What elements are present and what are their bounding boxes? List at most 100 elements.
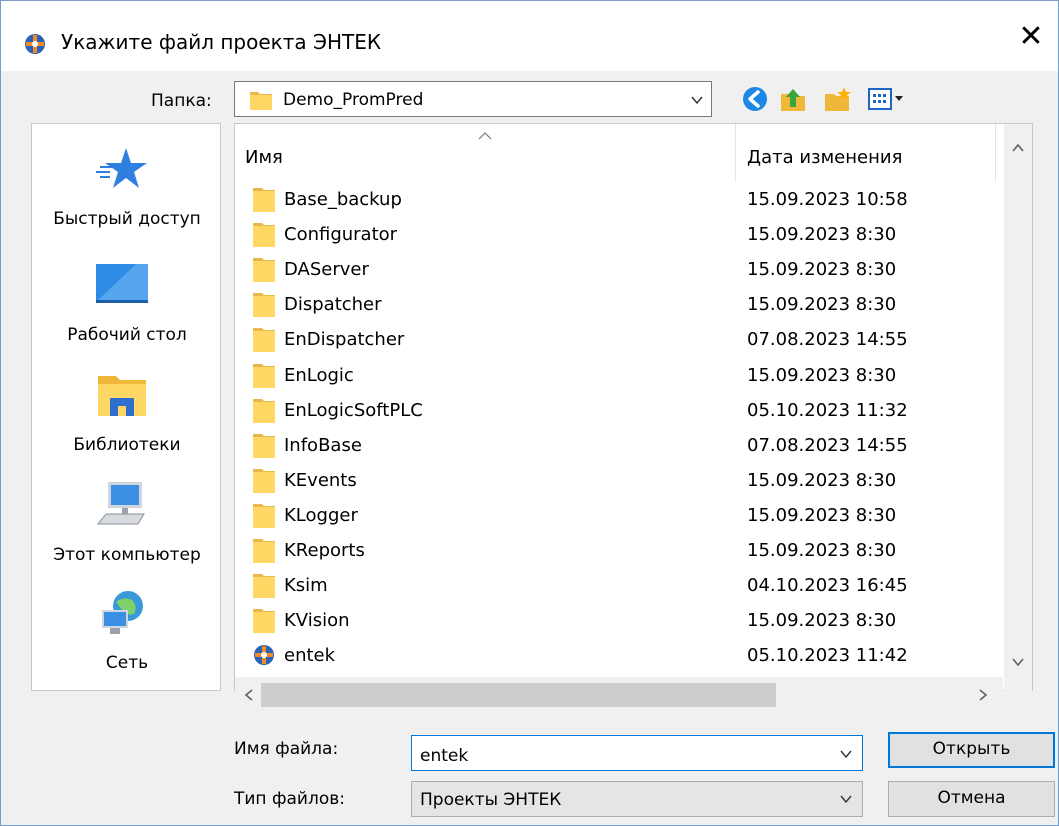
place-label: Библиотеки xyxy=(73,435,181,455)
place-label: Рабочий стол xyxy=(67,325,187,345)
folder-icon xyxy=(252,431,276,459)
file-name: DAServer xyxy=(284,259,369,281)
file-date: 15.09.2023 8:30 xyxy=(747,294,897,316)
new-folder-icon[interactable] xyxy=(823,85,851,113)
file-row[interactable]: EnLogic15.09.2023 8:30Па xyxy=(235,358,1032,393)
network-icon xyxy=(102,591,143,634)
column-header-name[interactable]: Имя xyxy=(245,146,283,170)
vertical-scrollbar[interactable] xyxy=(1004,124,1032,677)
filename-value: entek xyxy=(420,746,469,766)
place-label: Быстрый доступ xyxy=(53,209,201,229)
file-name: KReports xyxy=(284,540,365,561)
file-date: 15.09.2023 8:30 xyxy=(747,610,897,632)
file-row[interactable]: EnLogicSoftPLC05.10.2023 11:32Па xyxy=(235,393,1032,428)
file-name: EnLogicSoftPLC xyxy=(284,399,423,421)
file-date: 15.09.2023 8:30 xyxy=(747,364,897,386)
up-folder-icon[interactable] xyxy=(779,85,807,113)
column-divider xyxy=(995,124,996,182)
file-date: 05.10.2023 11:42 xyxy=(747,645,908,667)
chevron-down-icon xyxy=(691,96,703,105)
scroll-corner xyxy=(1004,677,1032,713)
open-file-dialog: Укажите файл проекта ЭНТЕК ✕ Папка: Demo… xyxy=(0,0,1059,826)
place-this-pc[interactable]: Этот компьютер xyxy=(32,480,222,580)
column-header-date[interactable]: Дата изменения xyxy=(747,146,902,170)
file-name: Dispatcher xyxy=(284,294,382,316)
file-row[interactable]: InfoBase07.08.2023 14:55Па xyxy=(235,428,1032,463)
quick-access-star-icon xyxy=(96,148,147,188)
sort-ascending-icon xyxy=(478,132,492,140)
title-bar: Укажите файл проекта ЭНТЕК ✕ xyxy=(1,1,1058,71)
filetype-value: Проекты ЭНТЕК xyxy=(420,790,562,810)
file-name: KLogger xyxy=(284,504,358,526)
view-menu-icon[interactable] xyxy=(867,85,919,113)
file-name: EnDispatcher xyxy=(284,329,405,351)
folder-icon xyxy=(252,501,276,529)
filename-label: Имя файла: xyxy=(234,739,339,759)
file-row[interactable]: Configurator15.09.2023 8:30Па xyxy=(235,217,1032,252)
file-name: KEvents xyxy=(284,469,357,491)
folder-icon xyxy=(252,571,276,599)
file-name: entek xyxy=(284,645,336,667)
scroll-right-icon[interactable] xyxy=(977,689,989,701)
file-name: EnLogic xyxy=(284,364,354,386)
file-date: 15.09.2023 8:30 xyxy=(747,259,897,281)
this-pc-icon xyxy=(96,482,145,525)
file-date: 05.10.2023 11:32 xyxy=(747,399,908,421)
file-row[interactable]: Base_backup15.09.2023 10:58Па xyxy=(235,182,1032,217)
folder-icon xyxy=(252,220,276,248)
place-network[interactable]: Сеть xyxy=(32,588,222,688)
place-desktop[interactable]: Рабочий стол xyxy=(32,260,222,360)
folder-icon xyxy=(252,396,276,424)
file-row[interactable]: DAServer15.09.2023 8:30Па xyxy=(235,252,1032,287)
filename-input[interactable]: entek xyxy=(411,735,863,771)
horizontal-scroll-thumb[interactable] xyxy=(261,683,776,707)
file-row[interactable]: KEvents15.09.2023 8:30Па xyxy=(235,463,1032,498)
file-date: 15.09.2023 10:58 xyxy=(747,189,908,210)
file-date: 07.08.2023 14:55 xyxy=(747,434,908,456)
place-libraries[interactable]: Библиотеки xyxy=(32,370,222,470)
open-button[interactable]: Открыть xyxy=(888,732,1055,768)
file-row[interactable]: Ksim04.10.2023 16:45Па xyxy=(235,568,1032,603)
column-divider xyxy=(735,124,736,182)
entek-file-icon xyxy=(252,641,276,669)
folder-label: Папка: xyxy=(151,91,212,111)
folder-icon xyxy=(252,255,276,283)
folder-icon xyxy=(250,92,272,110)
place-label: Сеть xyxy=(105,653,149,673)
folder-combo[interactable]: Demo_PromPred xyxy=(234,81,712,117)
back-icon[interactable] xyxy=(741,85,769,113)
folder-icon xyxy=(252,185,276,213)
file-date: 15.09.2023 8:30 xyxy=(747,504,897,526)
file-row[interactable]: KReports15.09.2023 8:30Па xyxy=(235,533,1032,568)
file-name: Ksim xyxy=(284,575,328,597)
chevron-down-icon[interactable] xyxy=(840,748,852,760)
file-list[interactable]: Имя Дата изменения Ти Base_backup15.09.2… xyxy=(234,123,1033,691)
file-row[interactable]: EnDispatcher07.08.2023 14:55Па xyxy=(235,322,1032,357)
file-date: 15.09.2023 8:30 xyxy=(747,224,897,246)
file-date: 15.09.2023 8:30 xyxy=(747,469,897,491)
scroll-down-icon[interactable] xyxy=(1012,656,1024,668)
place-label: Этот компьютер xyxy=(53,545,201,565)
file-row[interactable]: KLogger15.09.2023 8:30Па xyxy=(235,498,1032,533)
file-date: 07.08.2023 14:55 xyxy=(747,329,908,351)
file-row[interactable]: Dispatcher15.09.2023 8:30Па xyxy=(235,287,1032,322)
chevron-down-icon[interactable] xyxy=(840,793,852,805)
entek-app-icon xyxy=(25,34,45,54)
scroll-left-icon[interactable] xyxy=(243,689,255,701)
folder-icon xyxy=(252,290,276,318)
file-row[interactable]: entek05.10.2023 11:42Фа xyxy=(235,638,1032,673)
close-button[interactable]: ✕ xyxy=(1004,15,1058,61)
place-quick-access[interactable]: Быстрый доступ xyxy=(32,144,222,244)
desktop-icon xyxy=(96,264,148,303)
file-row[interactable]: KVision15.09.2023 8:30Па xyxy=(235,603,1032,638)
folder-icon xyxy=(252,361,276,389)
scroll-up-icon[interactable] xyxy=(1012,142,1024,154)
cancel-button[interactable]: Отмена xyxy=(888,781,1055,817)
folder-icon xyxy=(252,606,276,634)
horizontal-scrollbar[interactable] xyxy=(235,677,1003,713)
folder-icon xyxy=(252,466,276,494)
file-name: Base_backup xyxy=(284,189,402,210)
places-sidebar: Быстрый доступ Рабочий стол Библиотеки Э… xyxy=(31,123,221,691)
filetype-select[interactable]: Проекты ЭНТЕК xyxy=(411,781,863,817)
folder-icon xyxy=(252,536,276,564)
